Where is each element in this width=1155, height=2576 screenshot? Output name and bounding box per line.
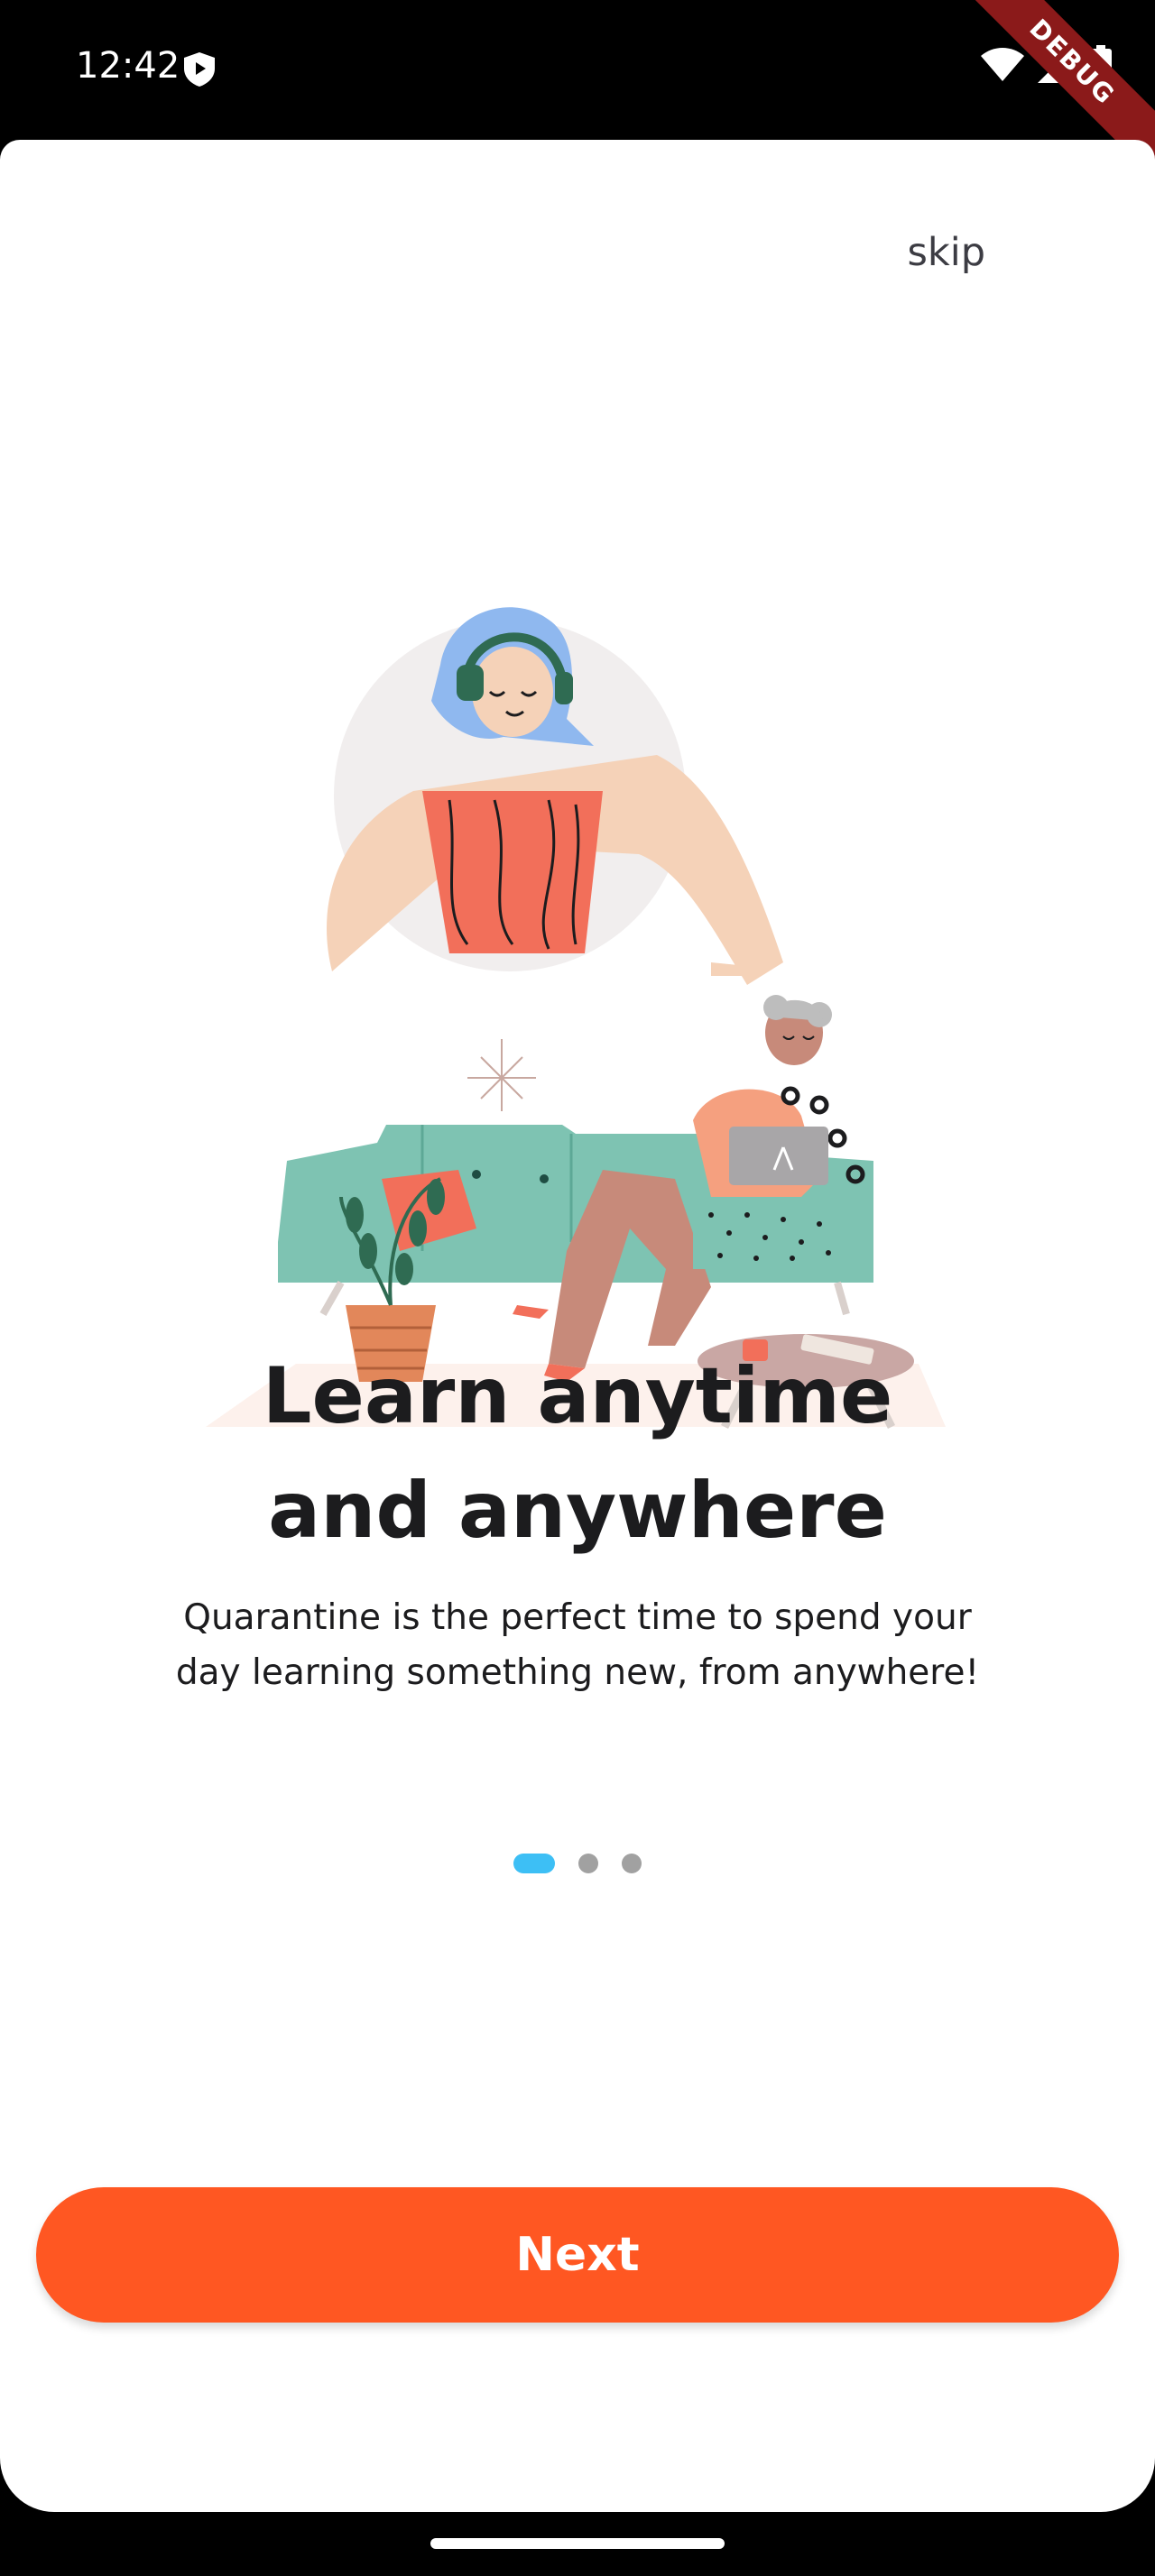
navigation-bar (0, 2512, 1155, 2576)
home-indicator[interactable] (430, 2538, 725, 2549)
page-dot-active[interactable] (513, 1854, 555, 1873)
next-button[interactable]: Next (36, 2187, 1119, 2323)
page-indicator (0, 1854, 1155, 1873)
wifi-icon (981, 48, 1025, 81)
skip-button[interactable]: skip (907, 230, 985, 275)
page-title: Learn anytime and anywhere (262, 1351, 893, 1556)
shield-icon (184, 52, 215, 87)
status-time: 12:42 (76, 45, 180, 87)
page-subtitle: Quarantine is the perfect time to spend … (175, 1597, 980, 1693)
onboarding-screen: skip Learn anytime and anywhere Quaranti… (0, 140, 1155, 2512)
onboarding-illustration (206, 607, 946, 1430)
page-dot[interactable] (622, 1854, 642, 1873)
page-dot[interactable] (578, 1854, 598, 1873)
status-bar: 12:42 DEBUG (0, 0, 1155, 176)
